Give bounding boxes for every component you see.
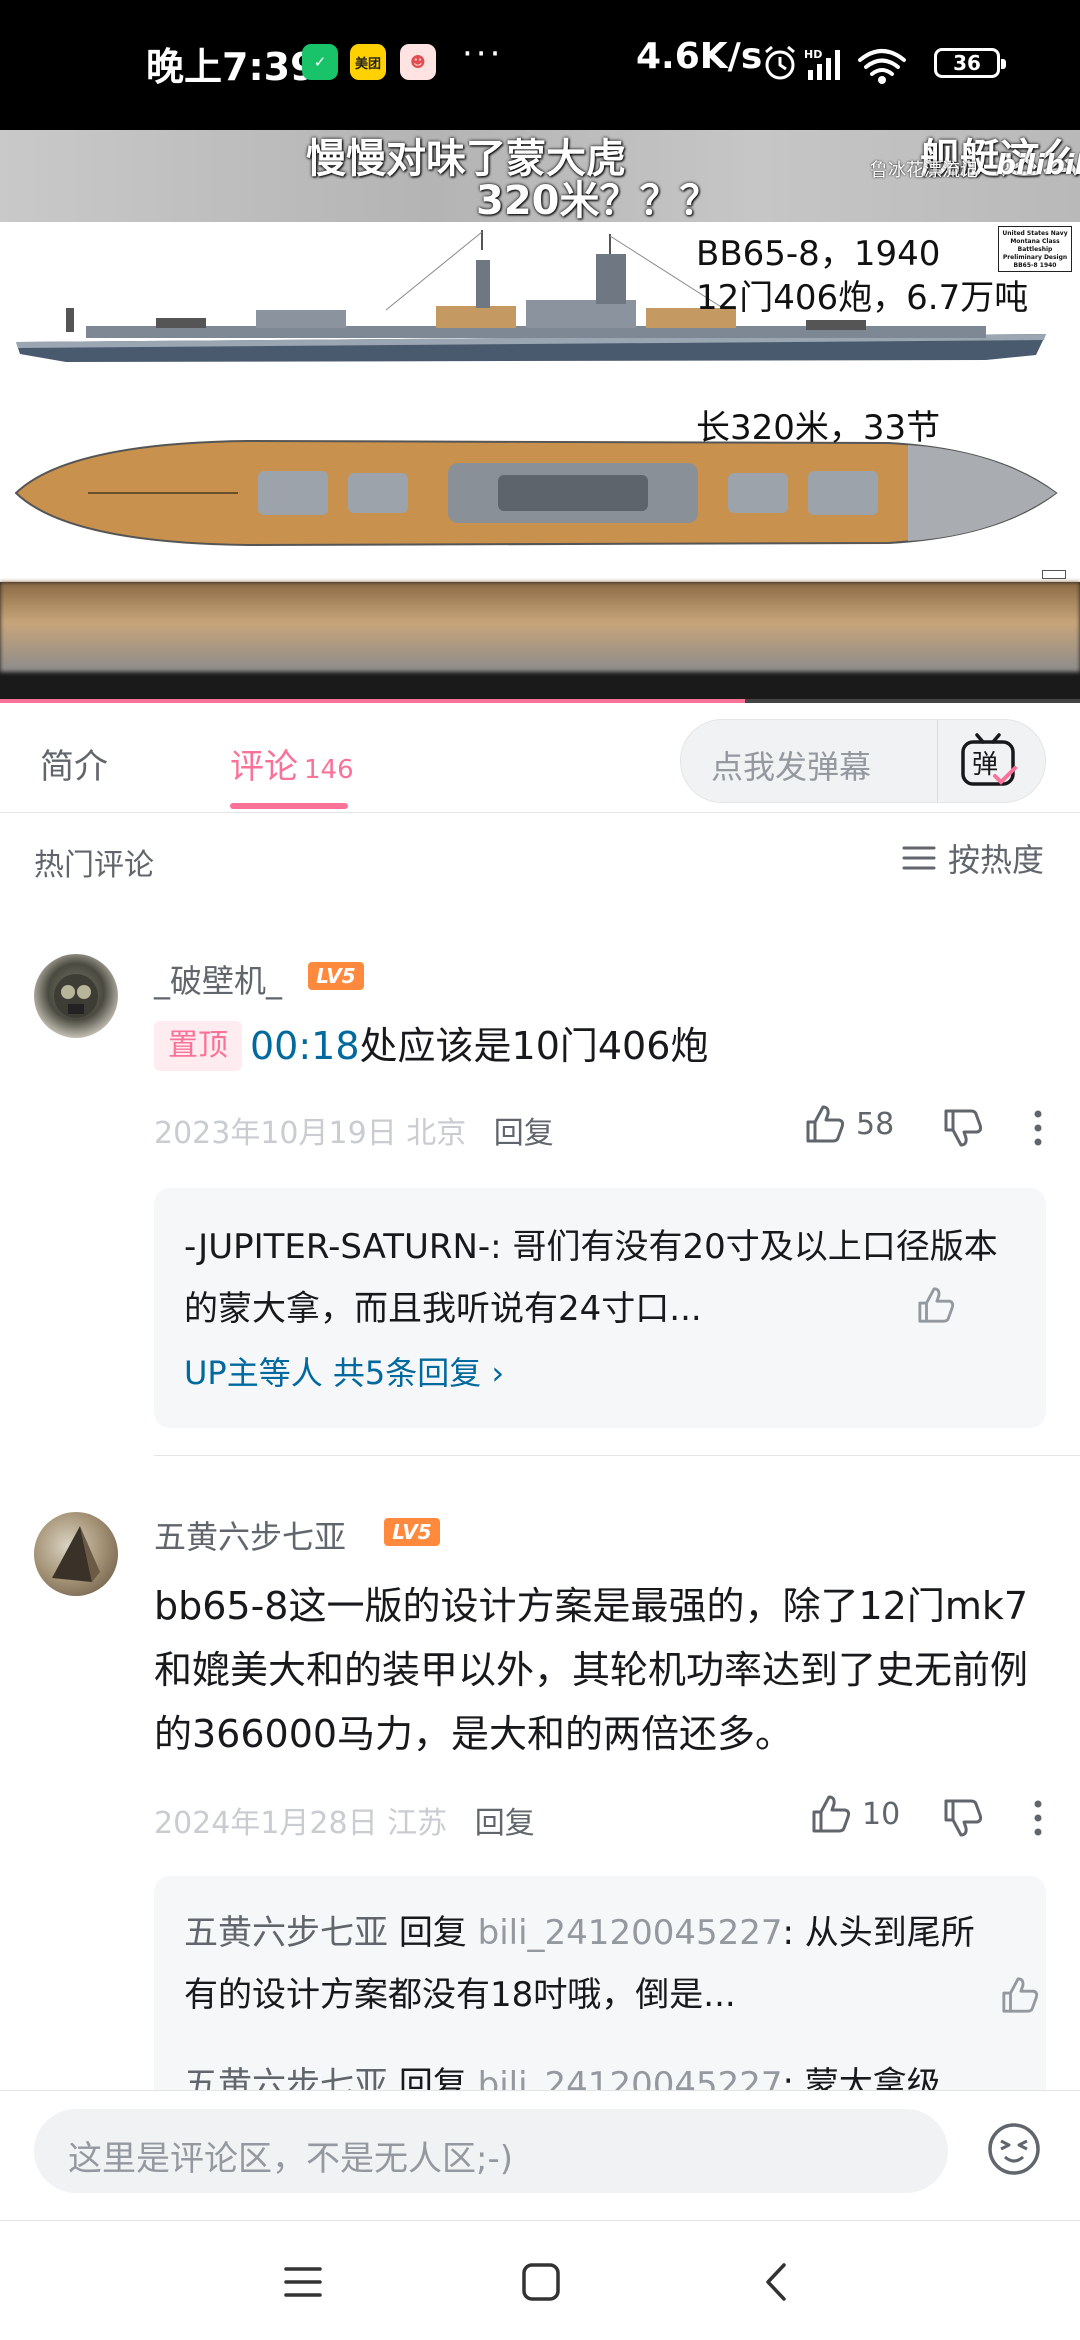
corner-mark [1042,570,1066,579]
video-caption: 12门406炮，6.7万吨 [696,278,1029,318]
reply-preview-text: -JUPITER-SATURN-: 哥们有没有20寸及以上口径版本的蒙大拿，而且… [184,1227,998,1329]
comment-divider [154,1455,1080,1456]
more-options-icon[interactable] [1028,1798,1048,1838]
svg-text:HD: HD [804,48,822,61]
comment-username[interactable]: 五黄六步七亚 [154,1512,346,1558]
reply-preview-text: 五黄六步七亚 回复 bili_24120045227: 从头到尾所有的设计方案都… [184,1913,975,2015]
comment-date: 2024年1月28日 [154,1806,378,1841]
reply-button[interactable]: 回复 [475,1806,535,1841]
reply-button[interactable]: 回复 [494,1116,554,1151]
tab-comments-count: 146 [304,755,354,785]
system-nav-bar [0,2220,1080,2340]
avatar[interactable] [34,1512,118,1596]
timestamp-link[interactable]: 00:18 [250,1024,360,1068]
tab-comments[interactable]: 评论 146 [230,739,354,788]
avatar[interactable] [34,954,118,1038]
tab-bar: 简介 评论 146 点我发弹幕 弹 [0,703,1080,813]
tab-intro[interactable]: 简介 [40,739,108,788]
reply-preview-box[interactable]: -JUPITER-SATURN-: 哥们有没有20寸及以上口径版本的蒙大拿，而且… [154,1188,1046,1428]
thumbs-down-icon[interactable] [942,1108,984,1148]
more-options-icon[interactable] [1028,1108,1048,1148]
thumbs-up-icon [812,1795,851,1833]
level-badge: LV5 [384,1518,440,1546]
thumbs-up-icon [1002,1977,1039,2013]
avatar-image [54,974,98,1018]
like-count: 10 [862,1796,901,1832]
comment-placeholder: 这里是评论区，不是无人区;-) [68,2139,513,2179]
menu-icon[interactable] [278,2257,328,2307]
home-icon[interactable] [516,2257,566,2307]
comment-body: 处应该是10门406炮 [359,1024,709,1068]
reply-like-button[interactable]: 1 [1000,1976,1046,2014]
comment-location: 北京 [406,1116,467,1151]
emoji-icon[interactable] [986,2121,1042,2177]
thumbs-down-icon[interactable] [942,1798,984,1838]
wifi-icon [858,49,906,84]
comment-meta: 2023年10月19日 北京 回复 [154,1108,554,1152]
comment-date: 2023年10月19日 [154,1116,397,1151]
danmaku-placeholder: 点我发弹幕 [711,748,872,786]
like-count: 58 [856,1106,895,1142]
hot-comments-label: 热门评论 [34,848,154,883]
comment-text: bb65-8这一版的设计方案是最强的，除了12门mk7和媲美大和的装甲以外，其轮… [154,1584,1029,1756]
mascot-app-icon: ☻ [400,44,436,80]
like-button[interactable]: 58 [804,1104,894,1144]
thumbs-up-icon[interactable] [916,1286,956,1324]
tab-active-indicator [230,803,348,809]
comment-input-bar: 这里是评论区，不是无人区;-) [0,2090,1080,2220]
comment-meta: 2024年1月28日 江苏 回复 [154,1798,535,1842]
thumbs-up-icon [806,1105,845,1143]
video-caption: BB65-8，1940 [696,234,941,274]
shield-app-icon: ✓ [302,44,338,80]
danmaku-input[interactable]: 点我发弹幕 弹 [680,719,1046,803]
video-player[interactable]: 慢慢对味了蒙大虎 舰艇这么 320米？？？ 鲁冰花漂流记 bilibili BB… [0,130,1080,703]
level-badge: LV5 [308,962,364,990]
bilibili-logo: bilibili [996,148,1080,181]
video-watermark: 鲁冰花漂流记 [870,160,978,181]
tab-comments-label: 评论 [230,747,298,787]
status-time: 晚上7:39 [146,45,317,89]
comment-input[interactable]: 这里是评论区，不是无人区;-) [34,2109,948,2193]
signal-icon: HD [804,48,840,80]
video-caption: 长320米，33节 [696,408,941,448]
meituan-app-icon: 美团 [350,44,386,80]
danmaku-toggle-icon[interactable]: 弹 [959,732,1019,790]
design-plate-label: United States Navy Montana Class Battles… [998,226,1072,272]
battery-indicator: 36 [934,48,1006,78]
video-bottom-band [0,582,1080,672]
avatar-image [52,1526,100,1582]
network-speed: 4.6K/s [636,36,763,77]
battleship-top-view [14,439,1058,547]
sort-label: 按热度 [948,841,1045,879]
status-bar: 晚上7:39 ✓ 美团 ☻ ··· 4.6K/s HD 36 [0,0,1080,130]
alarm-icon [765,45,795,80]
comment-text: 置顶 00:18处应该是10门406炮 [154,1014,1034,1078]
comment-location: 江苏 [387,1806,448,1841]
sort-icon [902,846,936,870]
sort-by-heat-button[interactable]: 按热度 [902,838,1045,879]
more-notifications-icon: ··· [462,34,504,74]
danmaku-message: 320米？？？ [476,178,720,224]
danmaku-divider [937,720,938,802]
view-replies-link[interactable]: UP主等人 共5条回复 › [184,1348,504,1394]
like-button[interactable]: 10 [810,1794,900,1834]
back-icon[interactable] [752,2257,802,2307]
comment-username[interactable]: _破壁机_ [154,956,282,1002]
pinned-tag: 置顶 [154,1021,242,1071]
